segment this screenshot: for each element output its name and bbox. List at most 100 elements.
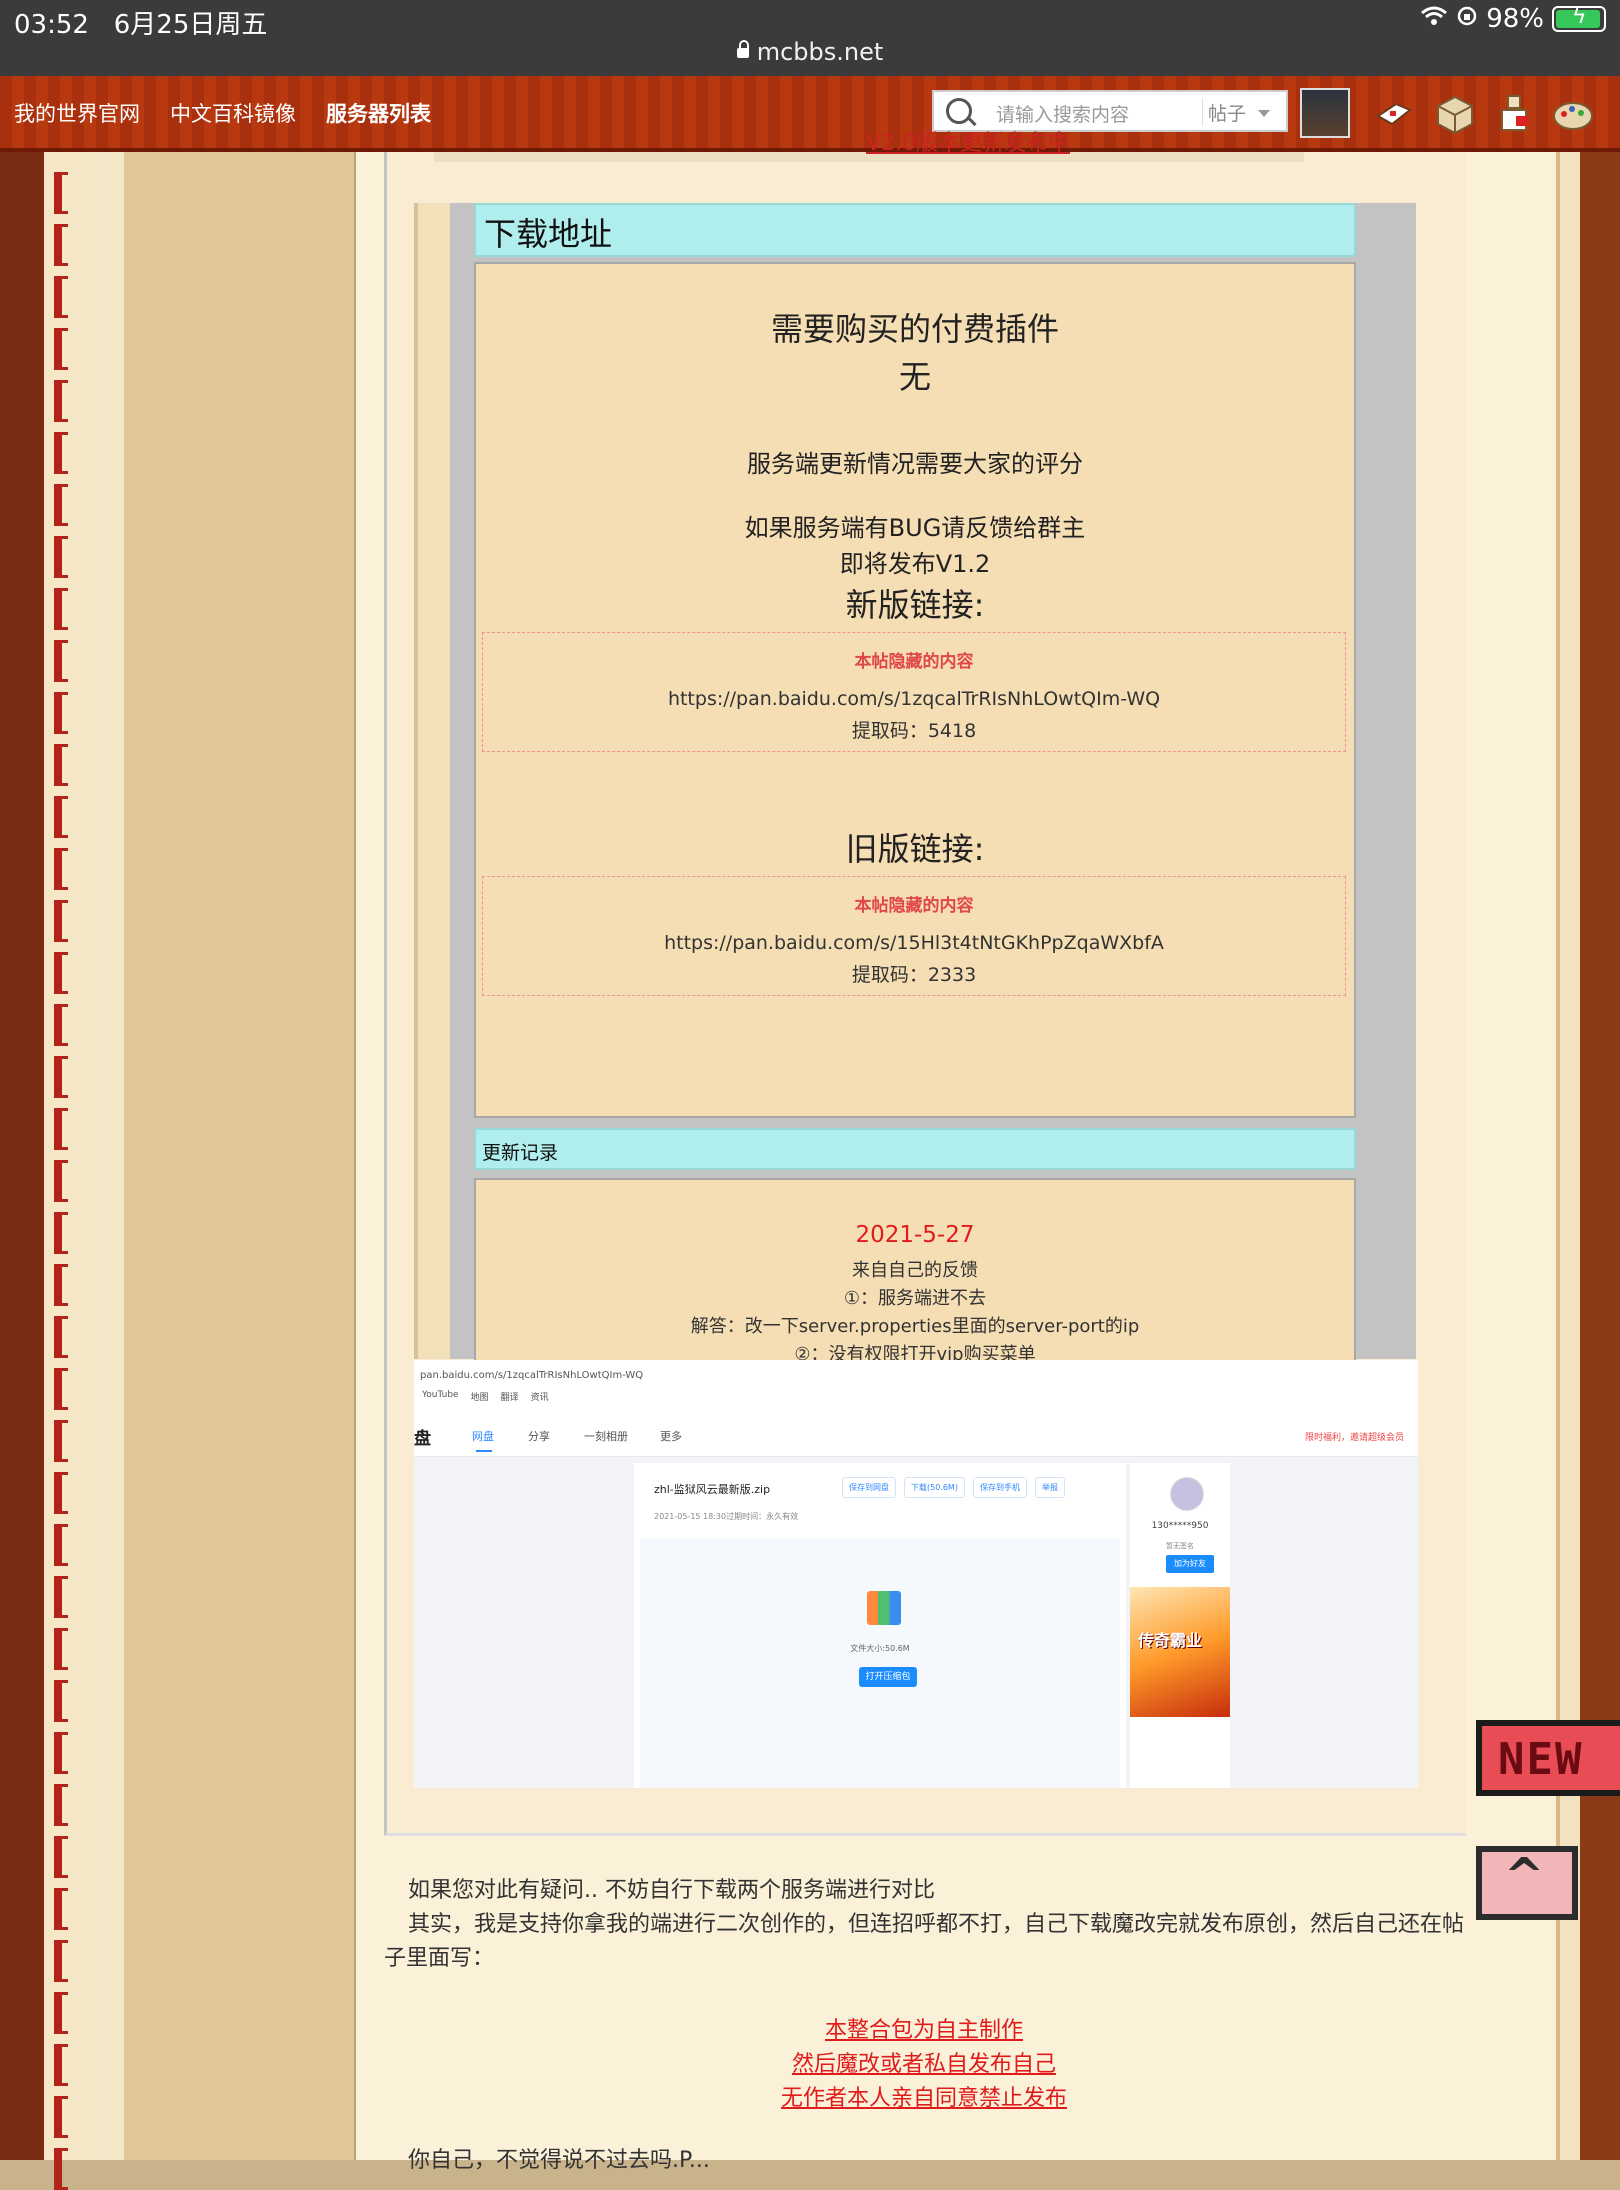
frieze-bracket xyxy=(54,380,68,422)
shot-file-card: zhl-监狱风云最新版.zip 2021-05-15 18:30过期时间：永久有… xyxy=(634,1463,1126,1788)
frieze-bracket xyxy=(54,432,68,474)
changelog-line: 来自自己的反馈 xyxy=(852,1260,978,1281)
release-note: 即将发布V1.2 xyxy=(839,550,991,578)
shot-report-button: 举报 xyxy=(1034,1477,1065,1498)
zip-icon xyxy=(867,1591,901,1625)
chevron-up-icon: ^ xyxy=(1504,1848,1545,1904)
shot-user-sign: 暂无签名 xyxy=(1166,1542,1194,1550)
shot-promo: 限时福利，邀请超级会员 xyxy=(1304,1433,1404,1443)
left-frieze xyxy=(44,152,84,2190)
shot-bookmark: YouTube xyxy=(422,1390,459,1400)
new-link-url[interactable]: https://pan.baidu.com/s/1zqcalTrRIsNhLOw… xyxy=(483,688,1345,710)
changelog-header-title: 更新记录 xyxy=(482,1142,559,1164)
message-icon[interactable] xyxy=(1374,94,1414,134)
changelog-line: ①：服务端进不去 xyxy=(843,1288,987,1309)
orientation-lock-icon xyxy=(1456,4,1478,34)
hidden-content-old: 本帖隐藏的内容 https://pan.baidu.com/s/15Hl3t4t… xyxy=(482,876,1346,996)
shot-bookmark: 翻译 xyxy=(500,1393,519,1403)
status-time: 03:52 6月25日周五 xyxy=(14,10,268,40)
left-border xyxy=(0,152,44,2160)
frieze-bracket xyxy=(54,1056,68,1098)
shot-bookmark: 资讯 xyxy=(530,1393,549,1403)
frieze-bracket xyxy=(54,1420,68,1462)
hidden-label: 本帖隐藏的内容 xyxy=(854,896,974,916)
frieze-bracket xyxy=(54,1264,68,1306)
frieze-bracket xyxy=(54,1940,68,1982)
frieze-bracket xyxy=(54,1368,68,1410)
status-right: 98% ϟ xyxy=(1420,4,1606,34)
search-box[interactable]: 请输入搜索内容 帖子 xyxy=(932,90,1288,132)
frieze-bracket xyxy=(54,1732,68,1774)
frieze-bracket xyxy=(54,744,68,786)
nav-link-server-list[interactable]: 服务器列表 xyxy=(326,98,431,128)
hidden-content-new: 本帖隐藏的内容 https://pan.baidu.com/s/1zqcalTr… xyxy=(482,632,1346,752)
frieze-bracket xyxy=(54,1108,68,1150)
search-icon[interactable] xyxy=(946,98,972,124)
frieze-bracket xyxy=(54,172,68,214)
shot-tab: 更多 xyxy=(660,1430,682,1443)
body-paragraph-2: 其实，我是支持你拿我的端进行二次创作的，但连招呼都不打，自己下载魔改完就发布原创… xyxy=(384,1912,1465,1971)
nav-link-minecraft-official[interactable]: 我的世界官网 xyxy=(14,98,140,128)
old-link-url[interactable]: https://pan.baidu.com/s/15Hl3t4tNtGKhPpZ… xyxy=(483,932,1345,954)
frieze-bracket xyxy=(54,588,68,630)
red-statement: 然后魔改或者私自发布自己 xyxy=(791,2052,1056,2077)
palette-icon[interactable] xyxy=(1552,94,1593,134)
frieze-bracket xyxy=(54,1576,68,1618)
address-bar[interactable]: mcbbs.net xyxy=(0,38,1620,66)
frieze-bracket xyxy=(54,2096,68,2138)
shot-tab: 网盘 xyxy=(472,1430,494,1443)
ios-status-bar: 03:52 6月25日周五 98% ϟ mcbbs.net xyxy=(0,0,1620,76)
frieze-bracket xyxy=(54,2044,68,2086)
old-link-title: 旧版链接: xyxy=(845,830,985,868)
shot-user-name: 130*****950 xyxy=(1151,1521,1209,1531)
old-link-code: 提取码：2333 xyxy=(851,964,977,986)
frieze-bracket xyxy=(54,952,68,994)
shot-file-name: zhl-监狱风云最新版.zip xyxy=(654,1483,771,1496)
search-type-select[interactable]: 帖子 xyxy=(1208,99,1246,126)
left-strip xyxy=(84,152,126,2160)
wifi-icon xyxy=(1420,4,1448,34)
shot-tabs: 盘 网盘 分享 一刻相册 更多 限时福利，邀请超级会员 xyxy=(414,1412,1418,1457)
frieze-bracket xyxy=(54,1680,68,1722)
shot-add-friend: 加为好友 xyxy=(1166,1555,1214,1573)
frieze-bracket xyxy=(54,796,68,838)
shot-save-phone-button: 保存到手机 xyxy=(972,1477,1027,1498)
new-label: NEW xyxy=(1498,1734,1584,1785)
frieze-bracket xyxy=(54,1992,68,2034)
shot-user-avatar xyxy=(1170,1477,1204,1511)
shot-address: pan.baidu.com/s/1zqcalTrRIsNhLOwtQIm-WQ xyxy=(420,1370,644,1381)
new-link-code: 提取码：5418 xyxy=(851,720,977,742)
back-to-top-button[interactable]: ^ xyxy=(1476,1846,1578,1920)
nav-link-wiki-mirror[interactable]: 中文百科镜像 xyxy=(170,98,296,128)
frieze-bracket xyxy=(54,1836,68,1878)
user-avatar[interactable] xyxy=(1300,88,1350,138)
frame-left-border xyxy=(414,203,450,1359)
top-snippet-link[interactable]: V2.0版本更新发布中 xyxy=(866,130,1070,158)
frieze-bracket xyxy=(54,536,68,578)
paid-plugin-value: 无 xyxy=(898,358,931,396)
frieze-bracket xyxy=(54,1628,68,1670)
rating-note: 服务端更新情况需要大家的评分 xyxy=(747,450,1083,478)
changelog-header: 更新记录 xyxy=(474,1128,1356,1170)
frieze-bracket xyxy=(54,848,68,890)
frieze-bracket xyxy=(54,1316,68,1358)
changelog-panel: 2021-5-27 来自自己的反馈 ①：服务端进不去 解答：改一下server.… xyxy=(474,1178,1356,1365)
battery-icon: ϟ xyxy=(1552,4,1606,32)
new-post-button[interactable]: NEW xyxy=(1476,1720,1620,1796)
download-header-title: 下载地址 xyxy=(484,215,613,253)
frieze-bracket xyxy=(54,1472,68,1514)
shot-tab: 分享 xyxy=(528,1430,550,1443)
search-input[interactable]: 请输入搜索内容 xyxy=(996,100,1129,127)
url-text: mcbbs.net xyxy=(756,38,884,66)
shot-bookmark: 地图 xyxy=(470,1393,489,1403)
frieze-bracket xyxy=(54,276,68,318)
hidden-label: 本帖隐藏的内容 xyxy=(854,652,974,672)
crafting-table-icon[interactable] xyxy=(1434,94,1474,135)
right-border xyxy=(1580,152,1620,2160)
shot-user-panel: 130*****950 暂无签名 加为好友 传奇霸业 xyxy=(1130,1463,1230,1788)
new-link-title: 新版链接: xyxy=(845,586,985,624)
frieze-bracket xyxy=(54,1212,68,1254)
bug-note: 如果服务端有BUG请反馈给群主 xyxy=(744,514,1086,542)
site-navbar: 我的世界官网 中文百科镜像 服务器列表 请输入搜索内容 帖子 xyxy=(0,76,1620,152)
potion-icon[interactable] xyxy=(1494,94,1534,134)
